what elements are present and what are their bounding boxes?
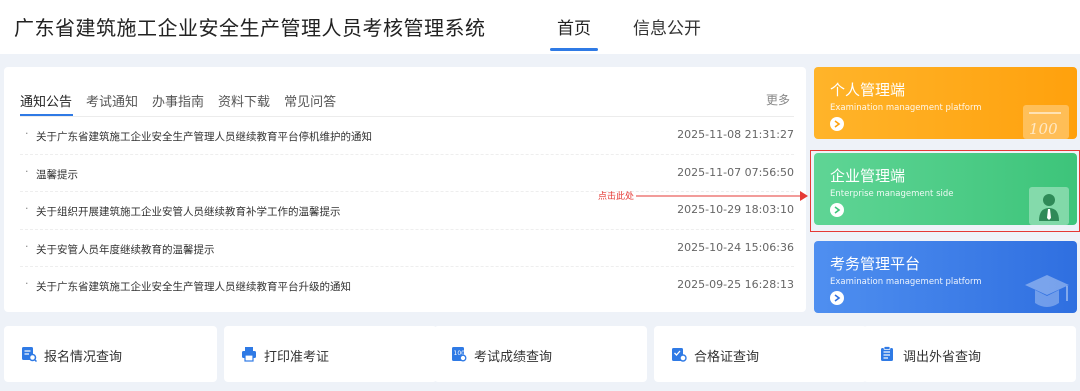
card-subtitle: Examination management platform (830, 103, 982, 113)
arrow-right-icon[interactable] (830, 291, 844, 305)
quick-link-label: 考试成绩查询 (474, 350, 553, 365)
notice-date: 2025-10-29 18:03:10 (677, 203, 794, 217)
tab-announcements[interactable]: 通知公告 (20, 91, 72, 110)
quick-link-transfer-out-query[interactable]: 调出外省查询 (863, 326, 1076, 382)
bullet-icon: · (25, 164, 29, 178)
nav-active-indicator (550, 48, 598, 51)
svg-text:100: 100 (1029, 120, 1058, 138)
quick-link-label: 报名情况查询 (44, 350, 123, 365)
click-here-annotation: 点击此处 (598, 192, 635, 202)
bullet-icon: · (25, 127, 29, 140)
notice-date: 2025-11-07 07:56:50 (677, 165, 794, 179)
notice-tabs: 通知公告 考试通知 办事指南 资料下载 常见问答 (20, 91, 350, 110)
top-header: 广东省建筑施工企业安全生产管理人员考核管理系统 首页 信息公开 (0, 0, 1080, 54)
tab-downloads[interactable]: 资料下载 (218, 91, 270, 110)
card-title: 个人管理端 (830, 81, 906, 99)
list-item[interactable]: · 关于广东省建筑施工企业安全生产管理人员继续教育平台停机维护的通知 2025-… (20, 117, 794, 155)
bullet-icon: · (25, 239, 29, 253)
registration-query-icon (22, 347, 37, 362)
nav-info-disclosure[interactable]: 信息公开 (633, 14, 701, 39)
score-sheet-icon: 100 (1023, 105, 1069, 139)
bullet-icon: · (25, 277, 29, 291)
list-item[interactable]: · 关于广东省建筑施工企业安全生产管理人员继续教育平台升级的通知 2025-09… (20, 267, 794, 305)
tab-faq[interactable]: 常见问答 (284, 91, 336, 110)
quick-link-exam-score-query[interactable]: 100 考试成绩查询 (434, 326, 647, 382)
nav-home[interactable]: 首页 (557, 14, 591, 39)
notice-title[interactable]: 关于广东省建筑施工企业安全生产管理人员继续教育平台升级的通知 (36, 279, 351, 294)
quick-link-label: 打印准考证 (264, 350, 330, 365)
annotation-highlight-box (810, 150, 1080, 232)
card-subtitle: Examination management platform (830, 277, 982, 287)
notice-date: 2025-11-08 21:31:27 (677, 128, 794, 141)
notice-date: 2025-09-25 16:28:13 (677, 278, 794, 292)
notice-date: 2025-10-24 15:06:36 (677, 240, 794, 254)
bullet-icon: · (25, 202, 29, 216)
score-query-icon: 100 (452, 347, 467, 362)
graduation-cap-icon (1025, 275, 1069, 307)
quick-link-label: 合格证查询 (694, 350, 760, 365)
transfer-query-icon (881, 346, 893, 361)
list-item[interactable]: · 温馨提示 2025-11-07 07:56:50 (20, 155, 794, 193)
arrow-right-icon[interactable] (830, 117, 844, 131)
exam-admin-platform-card[interactable]: 考务管理平台 Examination management platform (814, 241, 1077, 313)
more-link[interactable]: 更多 (766, 91, 790, 108)
notice-title[interactable]: 关于组织开展建筑施工企业安管人员继续教育补学工作的温馨提示 (36, 204, 341, 219)
list-item[interactable]: · 关于安管人员年度继续教育的温馨提示 2025-10-24 15:06:36 (20, 230, 794, 268)
personal-portal-card[interactable]: 个人管理端 Examination management platform 10… (814, 67, 1077, 139)
annotation-arrow-icon (636, 191, 808, 201)
notice-title[interactable]: 关于广东省建筑施工企业安全生产管理人员继续教育平台停机维护的通知 (36, 129, 372, 144)
tab-service-guide[interactable]: 办事指南 (152, 91, 204, 110)
tab-exam-notices[interactable]: 考试通知 (86, 91, 138, 110)
notice-list: · 关于广东省建筑施工企业安全生产管理人员继续教育平台停机维护的通知 2025-… (20, 117, 794, 305)
quick-link-label: 调出外省查询 (903, 350, 982, 365)
quick-link-certificate-query[interactable]: 合格证查询 (654, 326, 867, 382)
card-title: 考务管理平台 (830, 255, 921, 273)
quick-link-registration-query[interactable]: 报名情况查询 (4, 326, 217, 382)
notice-title[interactable]: 关于安管人员年度继续教育的温馨提示 (36, 242, 215, 257)
notice-title[interactable]: 温馨提示 (36, 167, 78, 182)
certificate-query-icon (672, 348, 687, 362)
quick-link-print-admission-ticket[interactable]: 打印准考证 (224, 326, 437, 382)
printer-icon (242, 347, 256, 362)
site-title: 广东省建筑施工企业安全生产管理人员考核管理系统 (14, 16, 486, 40)
